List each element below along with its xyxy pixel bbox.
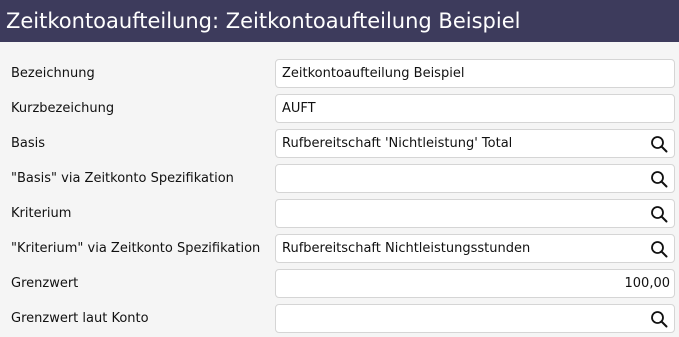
field-label-kurzbezeichung: Kurzbezeichung	[11, 101, 115, 116]
basis-search-icon[interactable]	[650, 135, 668, 153]
grenzwert-laut-konto-input[interactable]	[275, 304, 675, 333]
form-row-kurzbezeichung: Kurzbezeichung AUFT	[0, 91, 679, 126]
form-row-basis-via-spezifikation: "Basis" via Zeitkonto Spezifikation	[0, 161, 679, 196]
basis-via-spezifikation-input[interactable]	[275, 164, 675, 193]
basis-input[interactable]: Rufbereitschaft 'Nichtleistung' Total	[275, 129, 675, 158]
field-label-kriterium: Kriterium	[11, 206, 72, 221]
kurzbezeichung-input[interactable]: AUFT	[275, 94, 675, 123]
field-label-basis: Basis	[11, 136, 46, 151]
grenzwert-laut-konto-search-icon[interactable]	[650, 310, 668, 328]
form-row-bezeichnung: Bezeichnung Zeitkontoaufteilung Beispiel	[0, 56, 679, 91]
field-label-basis-via-spezifikation: "Basis" via Zeitkonto Spezifikation	[11, 171, 234, 186]
kriterium-search-icon[interactable]	[650, 205, 668, 223]
grenzwert-value: 100,00	[624, 276, 671, 291]
basis-value: Rufbereitschaft 'Nichtleistung' Total	[282, 136, 513, 151]
bezeichnung-value: Zeitkontoaufteilung Beispiel	[282, 66, 465, 81]
form-row-kriterium: Kriterium	[0, 196, 679, 231]
kriterium-input[interactable]	[275, 199, 675, 228]
form-row-grenzwert-laut-konto: Grenzwert laut Konto	[0, 301, 679, 336]
kriterium-via-spezifikation-value: Rufbereitschaft Nichtleistungsstunden	[282, 241, 531, 256]
kriterium-via-spezifikation-search-icon[interactable]	[650, 240, 668, 258]
field-label-grenzwert-laut-konto: Grenzwert laut Konto	[11, 311, 149, 326]
form-row-basis: Basis Rufbereitschaft 'Nichtleistung' To…	[0, 126, 679, 161]
form-row-kriterium-via-spezifikation: "Kriterium" via Zeitkonto Spezifikation …	[0, 231, 679, 266]
field-label-grenzwert: Grenzwert	[11, 276, 79, 291]
field-label-kriterium-via-spezifikation: "Kriterium" via Zeitkonto Spezifikation	[11, 241, 261, 256]
kurzbezeichung-value: AUFT	[282, 101, 316, 116]
grenzwert-input[interactable]: 100,00	[275, 269, 675, 298]
bezeichnung-input[interactable]: Zeitkontoaufteilung Beispiel	[275, 59, 675, 88]
form-row-grenzwert: Grenzwert 100,00	[0, 266, 679, 301]
basis-via-spezifikation-search-icon[interactable]	[650, 170, 668, 188]
page-title: Zeitkontoaufteilung: Zeitkontoaufteilung…	[0, 0, 679, 42]
kriterium-via-spezifikation-input[interactable]: Rufbereitschaft Nichtleistungsstunden	[275, 234, 675, 263]
field-label-bezeichnung: Bezeichnung	[11, 66, 95, 81]
